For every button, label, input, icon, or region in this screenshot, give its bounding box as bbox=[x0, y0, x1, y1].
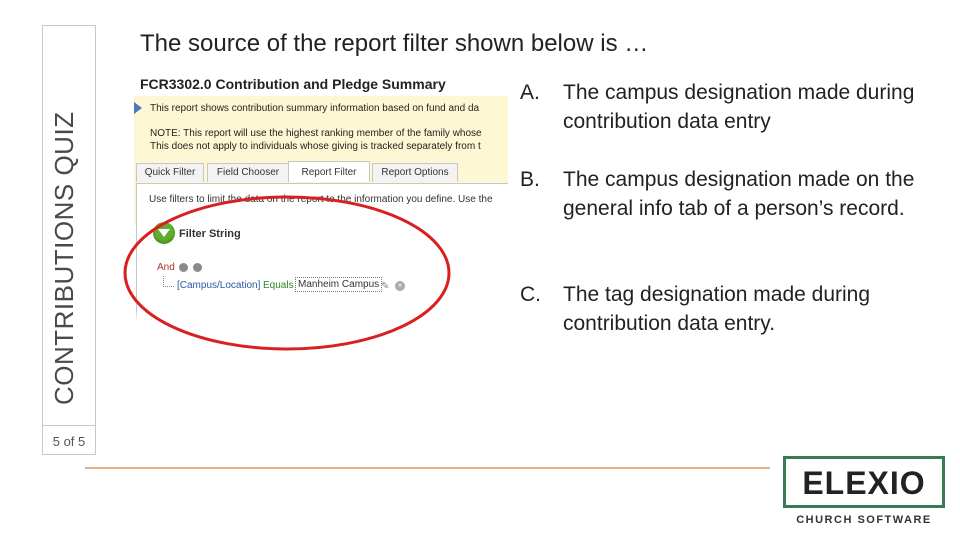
answer-option-c[interactable]: C. The tag designation made during contr… bbox=[520, 280, 940, 338]
funnel-icon bbox=[153, 222, 175, 244]
answer-letter: C. bbox=[520, 283, 541, 306]
logo-wordmark: ELEXIO bbox=[802, 465, 926, 501]
report-info-line: This report shows contribution summary i… bbox=[150, 103, 480, 114]
report-screenshot: FCR3302.0 Contribution and Pledge Summar… bbox=[134, 70, 508, 322]
group-icon[interactable] bbox=[179, 263, 188, 272]
elexio-logo: ELEXIO bbox=[783, 456, 945, 508]
logo-subtitle: CHURCH SOFTWARE bbox=[796, 514, 932, 526]
answer-text: The campus designation made on the gener… bbox=[563, 168, 915, 220]
filter-string-label: Filter String bbox=[179, 228, 241, 240]
panel-description: Use filters to limit the data on the rep… bbox=[149, 194, 493, 205]
report-note-line: NOTE: This report will use the highest r… bbox=[150, 128, 482, 139]
footer-rule bbox=[85, 467, 770, 469]
condition-operator[interactable]: Equals bbox=[263, 280, 294, 291]
sidebar-divider bbox=[42, 425, 96, 426]
question-text: The source of the report filter shown be… bbox=[140, 30, 649, 57]
screenshot-fade bbox=[134, 310, 508, 322]
tree-connector bbox=[163, 276, 174, 287]
answer-option-b[interactable]: B. The campus designation made on the ge… bbox=[520, 165, 940, 223]
add-icon[interactable] bbox=[193, 263, 202, 272]
expand-arrow-icon bbox=[134, 102, 142, 114]
sidebar-title: CONTRIBUTIONS QUIZ bbox=[49, 111, 79, 405]
condition-value[interactable]: Manheim Campus bbox=[295, 277, 383, 292]
pencil-icon[interactable]: ✎ bbox=[381, 281, 389, 292]
report-filter-panel: Use filters to limit the data on the rep… bbox=[136, 183, 508, 322]
report-title: FCR3302.0 Contribution and Pledge Summar… bbox=[140, 76, 446, 92]
tab-report-filter[interactable]: Report Filter bbox=[288, 161, 370, 182]
answer-text: The campus designation made during contr… bbox=[563, 81, 915, 133]
and-operator[interactable]: And bbox=[157, 262, 175, 273]
condition-field[interactable]: [Campus/Location] bbox=[177, 280, 260, 291]
tab-field-chooser[interactable]: Field Chooser bbox=[207, 163, 289, 182]
answer-letter: A. bbox=[520, 81, 540, 104]
answer-option-a[interactable]: A. The campus designation made during co… bbox=[520, 78, 940, 136]
remove-icon[interactable]: × bbox=[395, 281, 405, 291]
report-note-line: This does not apply to individuals whose… bbox=[150, 141, 481, 152]
tab-quick-filter[interactable]: Quick Filter bbox=[136, 163, 204, 182]
answer-letter: B. bbox=[520, 168, 540, 191]
page-counter: 5 of 5 bbox=[52, 434, 86, 449]
answer-text: The tag designation made during contribu… bbox=[563, 283, 871, 335]
tab-report-options[interactable]: Report Options bbox=[372, 163, 458, 182]
